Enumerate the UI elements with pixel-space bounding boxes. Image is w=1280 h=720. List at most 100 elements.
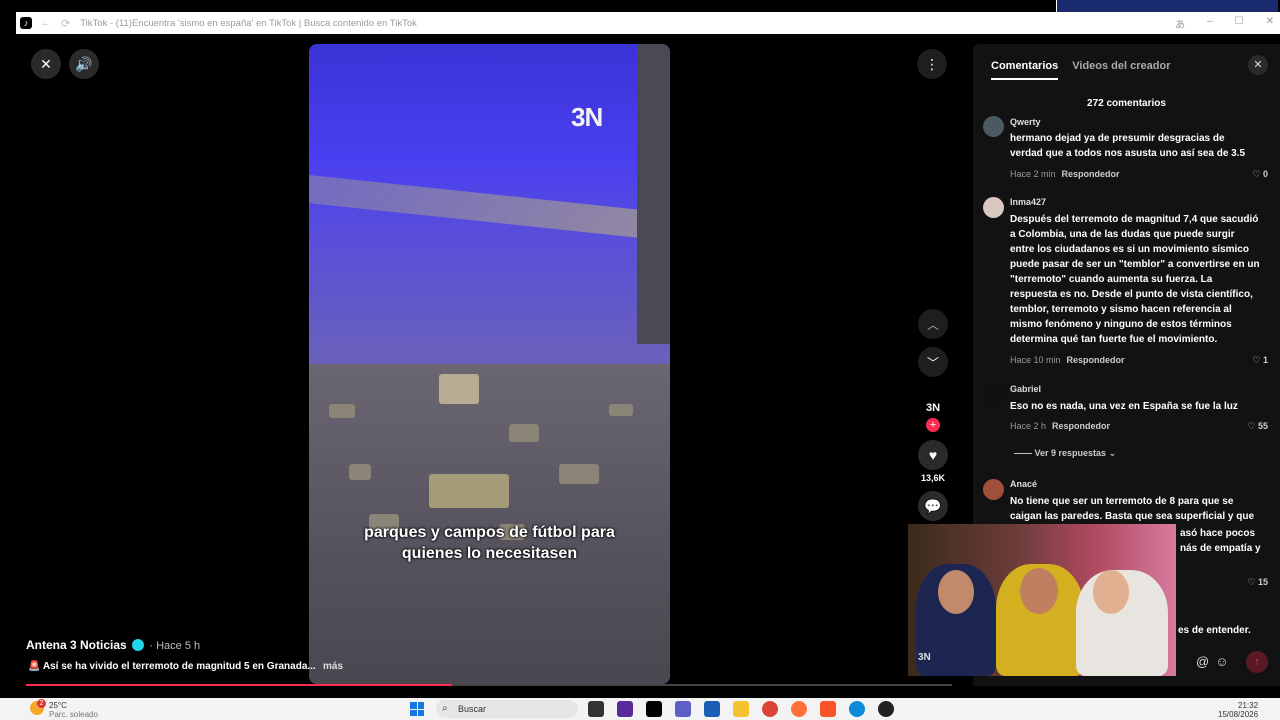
video-frame-wall — [637, 44, 670, 344]
close-panel-button[interactable]: ✕ — [1248, 55, 1268, 75]
view-replies-label: Ver 9 respuestas — [1034, 448, 1107, 458]
comment-time: Hace 2 min — [1010, 169, 1056, 179]
comment-meta: Hace 2 h Respondedor — [1010, 421, 1110, 431]
comment-user[interactable]: Gabriel — [1010, 384, 1041, 394]
video-watermark: 3N — [571, 102, 603, 132]
brave-icon[interactable] — [820, 701, 836, 717]
translate-icon[interactable]: あ — [1175, 16, 1185, 31]
taskbar-apps — [588, 701, 894, 717]
webcam-face-2 — [1020, 568, 1058, 614]
comment-likes[interactable]: ♡ 0 — [1252, 169, 1268, 180]
avatar[interactable] — [983, 197, 1004, 218]
video-stage: ✕ 🔊 ⋮ 3N parques y campos de fútbol para… — [0, 34, 972, 686]
clock-date: 15/08/2026 — [1218, 710, 1259, 719]
emoji-icon[interactable]: ☺ — [1215, 654, 1228, 669]
next-video-button[interactable]: ﹀ — [918, 347, 948, 377]
teams-icon[interactable] — [675, 701, 691, 717]
more-description-link[interactable]: más — [323, 661, 343, 672]
mention-icon[interactable]: @ — [1196, 654, 1209, 669]
avatar[interactable] — [983, 479, 1004, 500]
progress-fill — [26, 684, 452, 686]
comment-likes[interactable]: ♡ 55 — [1247, 421, 1268, 432]
comment-meta: Hace 2 min Respondedor — [1010, 169, 1120, 179]
taskbar-search[interactable]: ⌕ Buscar — [436, 700, 578, 718]
comment-user[interactable]: Inma427 — [1010, 197, 1046, 207]
weather-widget[interactable]: 25°C Parc. soleado — [49, 701, 98, 719]
avatar[interactable] — [983, 384, 1004, 405]
webcam-overlay: 3N — [908, 524, 1176, 676]
tiktok-favicon-icon: ♪ — [20, 17, 32, 29]
window-controls: あ – ☐ ✕ — [1175, 16, 1274, 31]
clock-time: 21:32 — [1238, 701, 1259, 710]
reply-button[interactable]: Respondedor — [1052, 421, 1110, 431]
task-view-icon[interactable] — [588, 701, 604, 717]
comment-fragment-2: nás de empatía y — [1180, 543, 1261, 554]
file-explorer-icon[interactable] — [733, 701, 749, 717]
reply-button[interactable]: Respondedor — [1062, 169, 1120, 179]
verified-icon — [132, 639, 145, 651]
comment-likes[interactable]: ♡ 15 — [1247, 577, 1268, 588]
comment-count: 272 comentarios — [1087, 98, 1166, 109]
close-video-button[interactable]: ✕ — [31, 49, 61, 79]
back-button[interactable]: ← — [40, 17, 51, 29]
comment-like-count: 0 — [1262, 169, 1268, 179]
tab-creator-videos[interactable]: Videos del creador — [1072, 60, 1170, 80]
firefox-icon[interactable] — [791, 701, 807, 717]
temperature: 25°C — [49, 701, 67, 710]
send-comment-button[interactable]: ↑ — [1246, 651, 1268, 673]
comment-user[interactable]: Qwerty — [1010, 117, 1041, 127]
chrome-icon[interactable] — [762, 701, 778, 717]
weather-condition: Parc. soleado — [49, 710, 98, 719]
video-player[interactable]: 3N parques y campos de fútbol para quien… — [309, 44, 670, 684]
previous-video-button[interactable]: ︿ — [918, 309, 948, 339]
tab-comments[interactable]: Comentarios — [991, 60, 1059, 80]
comment-item: Gabriel Eso no es nada, una vez en Españ… — [983, 384, 1273, 444]
app-icon[interactable] — [878, 701, 894, 717]
subtitle-line-2: quienes lo necesitasen — [401, 545, 578, 562]
tiktok-app-icon[interactable] — [646, 701, 662, 717]
edge-icon[interactable] — [849, 701, 865, 717]
view-replies-button[interactable]: —— Ver 9 respuestas ⌄ — [1014, 448, 1116, 459]
more-options-button[interactable]: ⋮ — [917, 49, 947, 79]
follow-plus-button[interactable]: + — [926, 418, 940, 432]
weather-badge: 2 — [37, 699, 46, 708]
channel-avatar[interactable]: 3N — [918, 402, 948, 414]
comment-text: Eso no es nada, una vez en España se fue… — [1010, 401, 1238, 412]
avatar[interactable] — [983, 116, 1004, 137]
like-count: 13,6K — [920, 473, 946, 483]
webcam-face-1 — [938, 570, 974, 614]
comment-fragment-1: asó hace pocos — [1180, 528, 1256, 539]
comment-time: Hace 10 min — [1010, 355, 1061, 365]
app-icon[interactable] — [617, 701, 633, 717]
comment-likes[interactable]: ♡ 1 — [1252, 355, 1268, 366]
comment-meta: Hace 10 min Respondedor — [1010, 355, 1125, 365]
author-line: Antena 3 Noticias · Hace 5 h — [26, 638, 200, 652]
comment-input-icons: @ ☺ — [1196, 654, 1228, 669]
start-button[interactable] — [410, 702, 424, 716]
comment-like-count: 55 — [1257, 421, 1268, 431]
minimize-button[interactable]: – — [1207, 16, 1213, 31]
video-subtitles: parques y campos de fútbol para quienes … — [309, 522, 670, 564]
comment-like-count: 1 — [1262, 355, 1268, 365]
page-title: TikTok - (11)Encuentra 'sismo en españa'… — [80, 17, 417, 29]
system-clock[interactable]: 21:32 15/08/2026 — [1218, 701, 1258, 719]
search-icon: ⌕ — [442, 703, 448, 714]
webcam-face-3 — [1093, 570, 1129, 614]
author-name[interactable]: Antena 3 Noticias — [26, 638, 127, 652]
like-button[interactable]: ♥ — [918, 440, 948, 470]
video-description: 🚨 Así se ha vivido el terremoto de magni… — [28, 661, 316, 672]
close-window-button[interactable]: ✕ — [1266, 16, 1274, 31]
comment-text: hermano dejad ya de presumir desgracias … — [1010, 133, 1246, 159]
panel-tabs: Comentarios Videos del creador — [991, 60, 1170, 80]
comment-button[interactable]: 💬 — [918, 491, 948, 521]
comment-user[interactable]: Anacé — [1010, 479, 1037, 489]
comment-like-count: 15 — [1257, 577, 1268, 587]
comment-item: Inma427 Después del terremoto de magnitu… — [983, 197, 1273, 377]
taskbar: 2 25°C Parc. soleado ⌕ Buscar 21:32 15/0… — [0, 698, 1280, 720]
reply-button[interactable]: Respondedor — [1067, 355, 1125, 365]
maximize-button[interactable]: ☐ — [1235, 16, 1244, 31]
video-progress-bar[interactable] — [26, 684, 952, 686]
reload-button[interactable]: ⟳ — [61, 17, 70, 30]
store-icon[interactable] — [704, 701, 720, 717]
volume-button[interactable]: 🔊 — [69, 49, 99, 79]
